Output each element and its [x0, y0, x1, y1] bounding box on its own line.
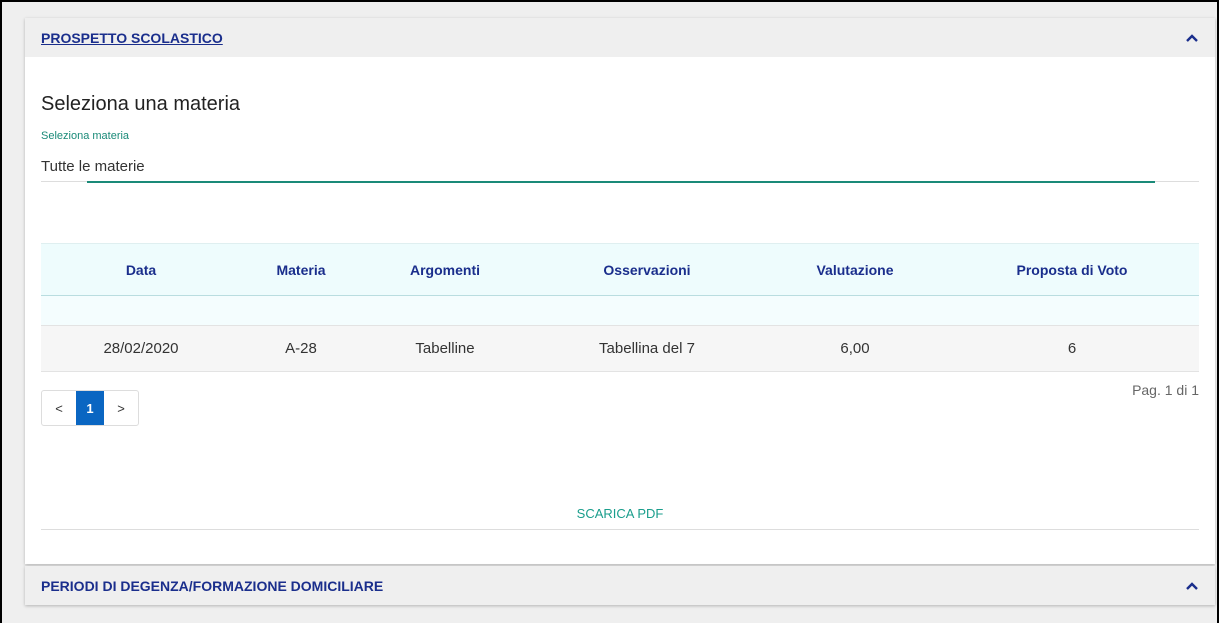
prospetto-panel-header[interactable]: PROSPETTO SCOLASTICO: [25, 18, 1215, 57]
cell-valutazione: 6,00: [840, 340, 870, 357]
pagination-page-1[interactable]: 1: [76, 391, 104, 425]
cell-materia: A-28: [285, 340, 317, 357]
page-info: Pag. 1 di 1: [1132, 382, 1199, 398]
grades-table: Data Materia Argomenti Osservazioni Valu…: [41, 243, 1199, 372]
table-row[interactable]: 28/02/2020 A-28 Tabelline Tabellina del …: [41, 326, 1199, 372]
cell-argomenti: Tabelline: [415, 340, 475, 357]
chevron-up-icon[interactable]: [1185, 31, 1199, 45]
download-pdf-button[interactable]: SCARICA PDF: [25, 506, 1215, 521]
subject-select-input[interactable]: [41, 154, 1171, 178]
subject-select-focus-line: [87, 181, 1155, 183]
table-filter-row: [41, 296, 1199, 326]
cell-osservazioni: Tabellina del 7: [599, 340, 695, 357]
section-divider: [41, 529, 1199, 530]
cell-proposta-di-voto: 6: [1067, 340, 1077, 357]
degenza-panel-title[interactable]: PERIODI DI DEGENZA/FORMAZIONE DOMICILIAR…: [41, 578, 383, 594]
header-proposta-di-voto[interactable]: Proposta di Voto: [945, 262, 1199, 278]
pagination-prev-button[interactable]: <: [42, 391, 76, 425]
header-osservazioni[interactable]: Osservazioni: [529, 262, 765, 278]
header-valutazione[interactable]: Valutazione: [765, 262, 945, 278]
subject-select-heading: Seleziona una materia: [41, 93, 241, 115]
prospetto-panel-title[interactable]: PROSPETTO SCOLASTICO: [41, 30, 223, 46]
prospetto-scolastico-panel: PROSPETTO SCOLASTICO Seleziona una mater…: [25, 18, 1215, 564]
header-argomenti[interactable]: Argomenti: [361, 262, 529, 278]
header-materia[interactable]: Materia: [241, 262, 361, 278]
cell-data: 28/02/2020: [103, 340, 179, 357]
table-header-row: Data Materia Argomenti Osservazioni Valu…: [41, 243, 1199, 296]
pagination: < 1 >: [41, 390, 139, 426]
subject-select-label: Seleziona materia: [41, 130, 130, 142]
header-data[interactable]: Data: [41, 262, 241, 278]
chevron-up-icon[interactable]: [1185, 579, 1199, 593]
pagination-next-button[interactable]: >: [104, 391, 138, 425]
degenza-panel-header[interactable]: PERIODI DI DEGENZA/FORMAZIONE DOMICILIAR…: [25, 566, 1215, 605]
